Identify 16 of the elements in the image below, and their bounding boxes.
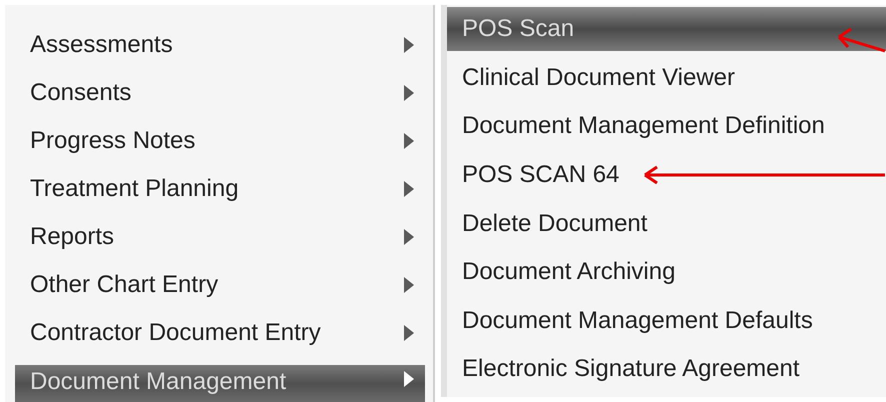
menu-item[interactable]: Progress Notes [5, 117, 425, 165]
submenu-item[interactable]: Delete Document [447, 199, 886, 248]
submenu-item[interactable]: Document Management Definition [447, 102, 886, 151]
submenu-item[interactable]: POS Scan [447, 7, 886, 52]
submenu-item[interactable]: Clinical Document Viewer [447, 54, 886, 102]
submenu-item[interactable]: POS SCAN 64 [447, 150, 886, 200]
menu-item[interactable]: Treatment Planning [5, 165, 425, 213]
menu-item[interactable]: Contractor Document Entry [5, 309, 425, 357]
submenu-item[interactable]: Electronic Signature Agreement [447, 345, 886, 394]
menu-item[interactable]: Document Management [15, 365, 425, 402]
menu-item[interactable]: Assessments [5, 21, 425, 69]
menu-item[interactable]: Reports [5, 213, 425, 261]
submenu-item[interactable]: Document Management Defaults [447, 296, 886, 346]
menu-item[interactable]: Consents [5, 69, 425, 117]
submenu-item[interactable]: Document Archiving [447, 248, 886, 297]
menu-item[interactable]: Other Chart Entry [5, 261, 425, 309]
